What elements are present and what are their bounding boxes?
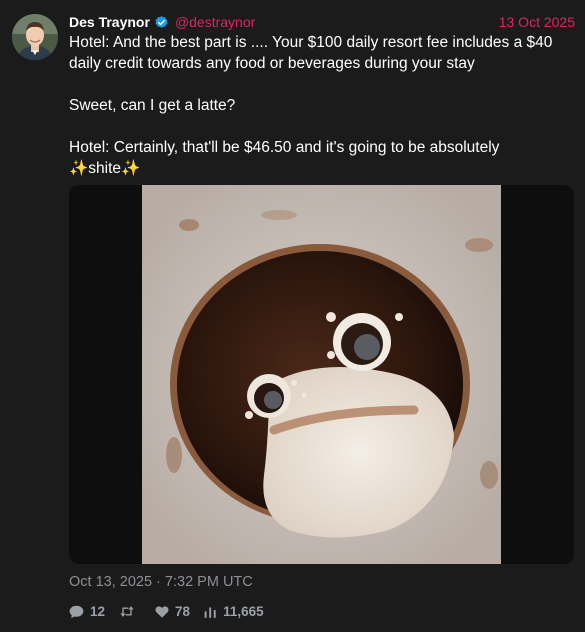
avatar-image	[12, 14, 58, 60]
tweet-line-2: Sweet, can I get a latte?	[69, 97, 236, 114]
tweet-date[interactable]: 13 Oct 2025	[499, 14, 575, 30]
tweet-timestamp[interactable]: Oct 13, 2025 · 7:32 PM UTC	[69, 574, 253, 590]
views-count: 11,665	[223, 604, 264, 619]
retweet-icon	[120, 606, 134, 617]
tweet-actions: 12 78 11,665	[69, 604, 278, 619]
like-button[interactable]: 78	[155, 604, 190, 619]
reply-icon	[69, 605, 84, 618]
like-icon	[155, 606, 169, 618]
tweet-line-4: ✨shite✨	[69, 160, 141, 177]
author-name[interactable]: Des Traynor	[69, 14, 150, 30]
latte-photo	[69, 185, 574, 564]
reply-button[interactable]: 12	[69, 604, 105, 619]
tweet-line-3: Hotel: Certainly, that'll be $46.50 and …	[69, 139, 500, 156]
like-count: 78	[175, 604, 191, 619]
verified-badge-icon	[154, 15, 169, 30]
retweet-button[interactable]	[119, 605, 141, 618]
views-button[interactable]: 11,665	[204, 604, 264, 619]
views-icon	[204, 606, 216, 618]
avatar[interactable]	[12, 14, 58, 60]
tweet-media-image[interactable]	[69, 185, 574, 564]
tweet-card: Des Traynor @destraynor 13 Oct 2025 Hote…	[0, 0, 585, 632]
reply-count: 12	[90, 604, 106, 619]
author-handle[interactable]: @destraynor	[175, 14, 255, 30]
tweet-text: Hotel: And the best part is .... Your $1…	[69, 32, 574, 179]
tweet-header: Des Traynor @destraynor 13 Oct 2025	[69, 12, 575, 32]
tweet-line-1: Hotel: And the best part is .... Your $1…	[69, 34, 553, 72]
